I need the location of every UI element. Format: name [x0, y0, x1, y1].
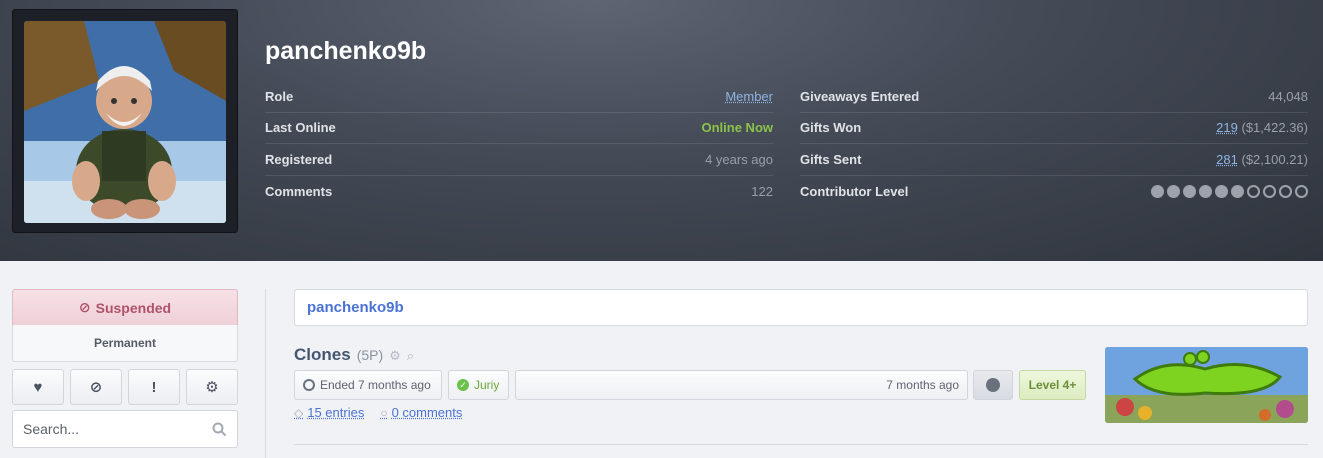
search-input[interactable]: [23, 421, 212, 437]
registered-value: 4 years ago: [705, 151, 773, 167]
giveaway-time: 7 months ago: [515, 370, 968, 400]
avatar-frame: [12, 9, 238, 233]
giveaway-title[interactable]: Clones: [294, 345, 351, 365]
profile-stats-left: Role Member Last Online Online Now Regis…: [265, 81, 773, 207]
giveaways-entered-value: 44,048: [1268, 88, 1308, 104]
game-image[interactable]: [1105, 347, 1308, 423]
level-dot-filled: [1231, 184, 1244, 198]
comments-value: 122: [751, 183, 773, 199]
level-dot-filled: [1151, 184, 1164, 198]
time-ago: 7 months ago: [886, 378, 959, 392]
region-restricted-button[interactable]: [973, 370, 1013, 400]
stat-row-role: Role Member: [265, 81, 773, 113]
search-icon[interactable]: ⌕: [407, 348, 414, 364]
stat-row-gifts-sent: Gifts Sent 281 ($2,100.21): [800, 144, 1308, 176]
report-icon: !: [151, 378, 157, 396]
contributor-level-dots: [1151, 184, 1308, 198]
level-dot-empty: [1295, 184, 1308, 198]
avatar: [24, 21, 226, 223]
report-button[interactable]: !: [128, 369, 180, 405]
level-dot-filled: [1215, 184, 1228, 198]
stat-label: Role: [265, 88, 294, 104]
block-icon: ⊘: [89, 379, 103, 396]
tag-icon: ◇: [294, 405, 304, 420]
page-heading: panchenko9b: [294, 289, 1308, 326]
suspended-label: Suspended: [95, 299, 172, 316]
stat-label: Contributor Level: [800, 183, 909, 199]
creator-name: Juriy: [474, 378, 500, 392]
globe-icon: [986, 378, 1000, 392]
level-dot-empty: [1263, 184, 1276, 198]
stat-row-last-online: Last Online Online Now: [265, 113, 774, 144]
steam-profile-button[interactable]: ⚙: [186, 369, 238, 405]
gifts-sent-value: 281 ($2,100.21): [1216, 152, 1308, 167]
heart-icon: ♥: [33, 378, 43, 396]
stat-row-giveaways-entered: Giveaways Entered 44,048: [800, 81, 1308, 113]
giveaway-links: ◇ 15 entries ○ 0 comments: [294, 405, 462, 420]
gifts-won-amount: ($1,422.36): [1241, 120, 1309, 136]
suspension-duration: Permanent: [12, 325, 238, 362]
gifts-won-value: 219 ($1,422.36): [1216, 120, 1308, 135]
page-heading-link[interactable]: panchenko9b: [307, 299, 404, 316]
clock-icon: [303, 379, 315, 391]
profile-stats-right: Giveaways Entered 44,048 Gifts Won 219 (…: [800, 81, 1308, 207]
comments-link[interactable]: ○ 0 comments: [380, 405, 462, 420]
check-icon: ✓: [457, 379, 469, 391]
stat-label: Comments: [265, 183, 333, 199]
role-link[interactable]: Member: [725, 89, 773, 104]
online-status: Online Now: [701, 120, 774, 136]
level-dot-filled: [1199, 184, 1212, 198]
suspended-banner: ⊘ Suspended: [12, 289, 238, 326]
stat-label: Last Online: [265, 120, 336, 136]
stat-row-contributor-level: Contributor Level: [800, 176, 1308, 208]
ended-label: Ended 7 months ago: [320, 378, 431, 392]
stat-label: Registered: [265, 151, 333, 167]
stat-label: Gifts Won: [800, 120, 862, 136]
search-icon[interactable]: [212, 422, 227, 437]
profile-actions: ♥ ⊘ ! ⚙: [12, 369, 238, 405]
stat-row-comments: Comments 122: [265, 176, 773, 208]
gifts-won-link[interactable]: 219: [1216, 120, 1238, 135]
level-dot-filled: [1183, 184, 1196, 198]
search-box: [12, 410, 238, 448]
comments-label: 0 comments: [391, 405, 463, 420]
profile-header: panchenko9b Role Member Last Online Onli…: [0, 0, 1323, 261]
stat-row-registered: Registered 4 years ago: [265, 144, 773, 176]
profile-username: panchenko9b: [265, 37, 427, 65]
level-dot-empty: [1279, 184, 1292, 198]
block-icon: ⊘: [78, 299, 91, 315]
steam-icon: ⚙: [205, 379, 219, 396]
gifts-sent-amount: ($2,100.21): [1241, 151, 1309, 167]
giveaway-ended: Ended 7 months ago: [294, 370, 442, 400]
stat-row-gifts-won: Gifts Won 219 ($1,422.36): [800, 113, 1308, 144]
blacklist-button[interactable]: ⊘: [70, 369, 122, 405]
stat-label: Gifts Sent: [800, 151, 862, 167]
level-badge: Level 4+: [1019, 370, 1086, 400]
level-dot-filled: [1167, 184, 1180, 198]
entries-label: 15 entries: [307, 405, 365, 420]
gifts-sent-link[interactable]: 281: [1216, 152, 1238, 167]
giveaway-creator[interactable]: ✓ Juriy: [448, 370, 509, 400]
level-dot-empty: [1247, 184, 1260, 198]
sidebar-divider: [265, 289, 266, 458]
giveaway-points: (5P): [356, 347, 384, 363]
steam-icon[interactable]: ⚙: [389, 348, 401, 364]
giveaway-title-row: Clones (5P) ⚙ ⌕: [294, 345, 414, 365]
comment-icon: ○: [380, 405, 388, 420]
giveaway-separator: [294, 444, 1308, 445]
entries-link[interactable]: ◇ 15 entries: [294, 405, 364, 420]
whitelist-button[interactable]: ♥: [12, 369, 64, 405]
stat-label: Giveaways Entered: [800, 88, 920, 104]
